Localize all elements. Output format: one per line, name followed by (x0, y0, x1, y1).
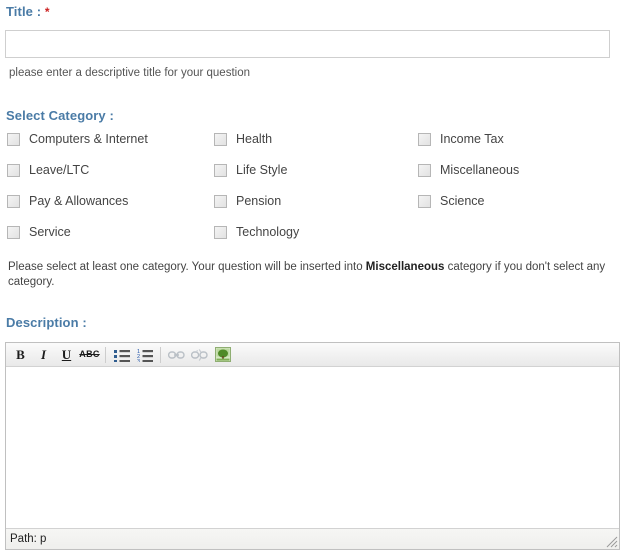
category-note-emphasis: Miscellaneous (365, 261, 445, 273)
title-field-label: Title : * (6, 4, 50, 19)
category-row: Computers & Internet Health Income Tax (0, 132, 625, 163)
category-row: Leave/LTC Life Style Miscellaneous (0, 163, 625, 194)
underline-icon: U (61, 347, 72, 362)
category-checkbox-computers-internet[interactable] (7, 132, 20, 146)
category-option-leave-ltc[interactable]: Leave/LTC (7, 163, 89, 177)
category-checkbox-pension[interactable] (214, 194, 227, 208)
italic-icon: I (40, 347, 47, 362)
category-checkbox-life-style[interactable] (214, 163, 227, 177)
numbered-list-icon: 123 (137, 348, 153, 362)
editor-toolbar: B I U ABC 1 2 3 (6, 343, 619, 367)
category-option-pension[interactable]: Pension (214, 194, 281, 208)
category-checkbox-miscellaneous[interactable] (418, 163, 431, 177)
category-checkbox-technology[interactable] (214, 225, 227, 239)
unordered-list-button[interactable] (111, 345, 132, 365)
category-row: Service Technology (0, 225, 625, 256)
insert-link-button (166, 345, 187, 365)
unlink-icon (191, 348, 208, 361)
select-category-label: Select Category : (6, 108, 114, 123)
category-label-pension: Pension (236, 194, 282, 208)
category-label-science: Science (440, 194, 485, 208)
editor-path-status: Path: p (10, 533, 47, 545)
toolbar-separator (160, 346, 161, 363)
category-option-income-tax[interactable]: Income Tax (418, 132, 504, 146)
toolbar-separator (105, 346, 106, 363)
rich-text-editor: B I U ABC 1 2 3 Path: p (5, 342, 620, 550)
category-checkbox-leave-ltc[interactable] (7, 163, 20, 177)
description-label-text: Description : (6, 315, 87, 330)
editor-status-bar: Path: p (6, 528, 619, 549)
unlink-button (189, 345, 210, 365)
description-editor-body[interactable] (6, 367, 619, 527)
bold-icon: B (16, 347, 25, 362)
image-icon (214, 347, 231, 362)
title-input[interactable] (5, 30, 610, 58)
resize-grip-icon[interactable] (603, 533, 618, 548)
category-label-leave-ltc: Leave/LTC (29, 163, 90, 177)
category-label-income-tax: Income Tax (440, 132, 504, 146)
title-label-text: Title : (6, 4, 42, 19)
bold-button[interactable]: B (10, 345, 31, 365)
category-checkbox-science[interactable] (418, 194, 431, 208)
select-category-label-text: Select Category : (6, 108, 114, 123)
description-field-label: Description : (6, 315, 87, 330)
category-label-miscellaneous: Miscellaneous (440, 163, 520, 177)
category-label-technology: Technology (236, 225, 300, 239)
category-option-miscellaneous[interactable]: Miscellaneous (418, 163, 519, 177)
ordered-list-button[interactable]: 123 (134, 345, 155, 365)
link-icon (168, 349, 185, 361)
category-checkbox-grid: Computers & Internet Health Income Tax Leav… (0, 132, 625, 256)
category-checkbox-health[interactable] (214, 132, 227, 146)
category-option-technology[interactable]: Technology (214, 225, 299, 239)
category-option-pay-allowances[interactable]: Pay & Allowances (7, 194, 128, 208)
category-row: Pay & Allowances Pension Science (0, 194, 625, 225)
category-checkbox-income-tax[interactable] (418, 132, 431, 146)
category-label-service: Service (29, 225, 71, 239)
category-option-science[interactable]: Science (418, 194, 484, 208)
category-checkbox-service[interactable] (7, 225, 20, 239)
bullet-list-icon (113, 348, 130, 362)
svg-text:3: 3 (137, 359, 140, 362)
insert-image-button[interactable] (212, 345, 233, 365)
category-option-health[interactable]: Health (214, 132, 272, 146)
category-note-before: Please select at least one category. You… (8, 261, 366, 273)
underline-button[interactable]: U (56, 345, 77, 365)
strikethrough-icon: ABC (79, 349, 100, 359)
category-label-health: Health (236, 132, 273, 146)
category-option-computers-internet[interactable]: Computers & Internet (7, 132, 148, 146)
category-label-life-style: Life Style (236, 163, 288, 177)
category-label-computers-internet: Computers & Internet (29, 132, 148, 146)
required-asterisk: * (44, 5, 50, 19)
category-checkbox-pay-allowances[interactable] (7, 194, 20, 208)
italic-button[interactable]: I (33, 345, 54, 365)
title-hint-text: please enter a descriptive title for you… (9, 67, 250, 79)
category-option-life-style[interactable]: Life Style (214, 163, 287, 177)
category-note: Please select at least one category. You… (8, 260, 614, 290)
category-option-service[interactable]: Service (7, 225, 71, 239)
category-label-pay-allowances: Pay & Allowances (29, 194, 129, 208)
strikethrough-button[interactable]: ABC (79, 345, 100, 365)
